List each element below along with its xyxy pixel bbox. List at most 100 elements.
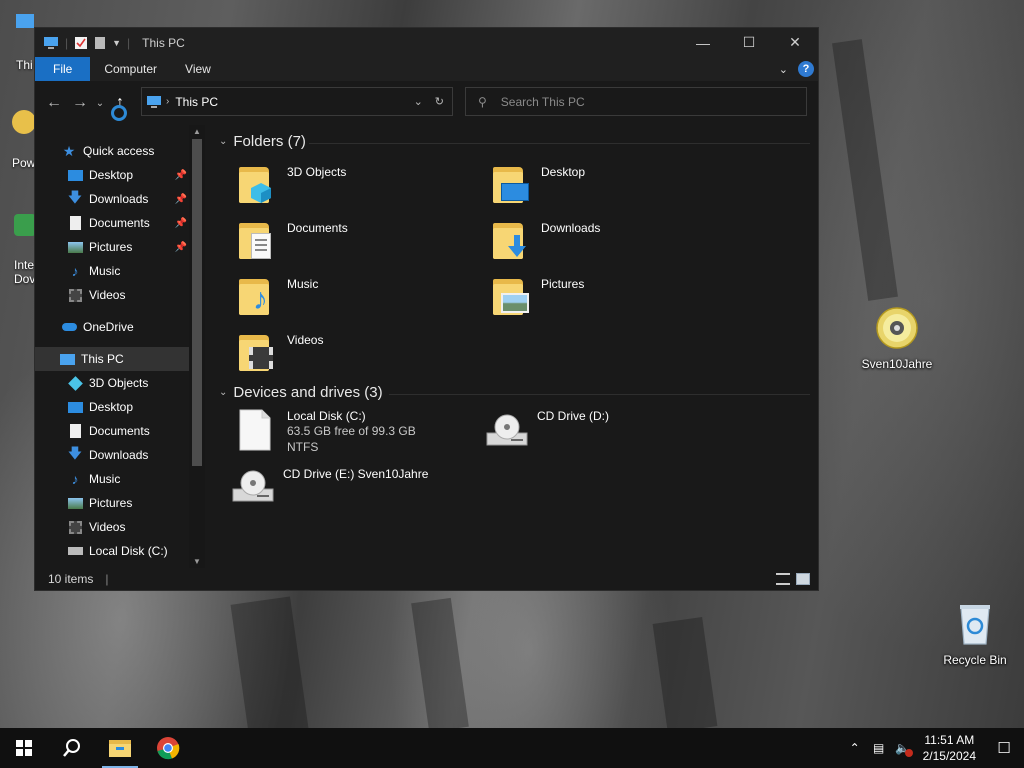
- start-button[interactable]: [0, 728, 48, 768]
- nav-item-documents[interactable]: Documents: [35, 419, 189, 443]
- devices-group-header[interactable]: ⌄ Devices and drives (3): [219, 384, 383, 401]
- system-tray: ⌃ ▤ 🔈 11:51 AM 2/15/2024 ☐: [843, 728, 1024, 768]
- search-button[interactable]: [48, 728, 96, 768]
- picture-icon: [67, 495, 83, 511]
- clock-date: 2/15/2024: [922, 749, 976, 763]
- music-note-icon: ♪: [71, 471, 79, 487]
- nav-item-videos[interactable]: Videos: [35, 515, 189, 539]
- pin-icon: 📌: [174, 217, 187, 229]
- tab-computer[interactable]: Computer: [90, 57, 171, 81]
- folder-music[interactable]: ♪ Music: [237, 275, 318, 319]
- volume-muted-icon[interactable]: 🔈: [891, 741, 915, 757]
- nav-item-downloads[interactable]: 🡇 Downloads 📌: [35, 187, 189, 211]
- taskbar: ⌃ ▤ 🔈 11:51 AM 2/15/2024 ☐: [0, 728, 1024, 768]
- search-box[interactable]: ⚲ Search This PC: [465, 87, 807, 116]
- status-bar: 10 items |: [35, 568, 818, 590]
- address-dropdown-chevron-icon[interactable]: ⌄: [414, 95, 423, 108]
- nav-label: Music: [89, 472, 121, 486]
- nav-item-3d-objects[interactable]: 3D Objects: [35, 371, 189, 395]
- forward-button[interactable]: →: [67, 94, 93, 112]
- drive-name: CD Drive (E:) Sven10Jahre: [283, 467, 429, 481]
- folder-downloads[interactable]: Downloads: [491, 219, 600, 263]
- file-explorer-icon: [109, 740, 131, 757]
- drive-local-disk-c[interactable]: Local Disk (C:) 63.5 GB free of 99.3 GB …: [237, 407, 416, 455]
- separator-icon: |: [65, 35, 69, 50]
- details-view-icon[interactable]: [776, 573, 790, 585]
- nav-quick-access[interactable]: ★ Quick access: [35, 139, 189, 163]
- folder-documents[interactable]: Documents: [237, 219, 348, 263]
- breadcrumb-chevron-icon[interactable]: ›: [166, 96, 169, 107]
- nav-this-pc[interactable]: This PC: [35, 347, 189, 371]
- search-placeholder: Search This PC: [500, 94, 585, 109]
- scroll-up-arrow-icon[interactable]: ▲: [189, 127, 205, 136]
- folder-3d-objects[interactable]: 3D Objects: [237, 163, 346, 207]
- clock[interactable]: 11:51 AM 2/15/2024: [915, 732, 984, 764]
- nav-onedrive[interactable]: OneDrive: [35, 315, 189, 339]
- taskbar-chrome[interactable]: [144, 728, 192, 768]
- folder-label: Desktop: [541, 165, 586, 179]
- search-icon: ⚲: [478, 94, 487, 109]
- nav-item-music[interactable]: ♪ Music: [35, 259, 189, 283]
- refresh-icon[interactable]: ↻: [435, 95, 444, 108]
- customize-toolbar-chevron-icon[interactable]: ▼: [112, 38, 121, 48]
- folder-3d-objects-icon: [237, 163, 281, 207]
- drive-cd-e[interactable]: CD Drive (E:) Sven10Jahre: [231, 465, 428, 509]
- nav-item-downloads[interactable]: 🡇 Downloads: [35, 443, 189, 467]
- notifications-icon[interactable]: ☐: [984, 739, 1024, 757]
- folder-downloads-icon: [491, 219, 535, 263]
- pin-icon: 📌: [174, 193, 187, 205]
- expand-ribbon-chevron-icon[interactable]: ⌄: [779, 63, 788, 76]
- folder-label: Downloads: [541, 221, 601, 235]
- this-pc-icon: [147, 95, 161, 108]
- clock-time: 11:51 AM: [924, 733, 975, 747]
- scrollbar-thumb[interactable]: [192, 139, 202, 466]
- cd-drive-icon: [231, 465, 275, 509]
- properties-icon[interactable]: [74, 36, 88, 50]
- desktop-icon: [67, 167, 83, 183]
- nav-item-local-disk[interactable]: Local Disk (C:): [35, 539, 189, 563]
- desktop-icon-recycle-bin[interactable]: Recycle Bin: [937, 602, 1013, 667]
- folder-desktop[interactable]: Desktop: [491, 163, 585, 207]
- nav-label: OneDrive: [83, 320, 134, 334]
- show-hidden-icons-chevron-icon[interactable]: ⌃: [843, 741, 867, 755]
- minimize-button[interactable]: —: [680, 28, 726, 57]
- desktop-icon-sven10jahre[interactable]: Sven10Jahre: [859, 306, 935, 371]
- scroll-down-arrow-icon[interactable]: ▼: [189, 557, 205, 566]
- drive-cd-d[interactable]: CD Drive (D:): [485, 407, 609, 451]
- help-button[interactable]: ?: [798, 61, 814, 77]
- nav-item-desktop[interactable]: Desktop: [35, 395, 189, 419]
- recent-locations-chevron-icon[interactable]: ⌄: [93, 98, 107, 109]
- nav-item-pictures[interactable]: Pictures 📌: [35, 235, 189, 259]
- folder-videos[interactable]: Videos: [237, 331, 323, 375]
- monitor-icon: [16, 14, 34, 28]
- nav-label: Desktop: [89, 400, 134, 414]
- recycle-bin-icon: [960, 605, 990, 645]
- navigation-pane: ★ Quick access Desktop 📌 🡇 Downloads 📌 D…: [35, 125, 189, 568]
- network-icon[interactable]: ▤: [867, 741, 891, 755]
- tab-file[interactable]: File: [35, 57, 91, 81]
- nav-label: Documents: [89, 424, 150, 438]
- nav-label: Pictures: [89, 240, 133, 254]
- back-button[interactable]: ←: [41, 94, 67, 112]
- maximize-button[interactable]: ☐: [726, 28, 772, 57]
- nav-scrollbar[interactable]: ▲ ▼: [189, 125, 205, 568]
- folder-pictures-icon: [491, 275, 535, 319]
- folders-group-header[interactable]: ⌄ Folders (7): [219, 133, 306, 150]
- nav-item-videos[interactable]: Videos: [35, 283, 189, 307]
- nav-label: Documents: [89, 216, 150, 230]
- large-icons-view-icon[interactable]: [796, 573, 810, 585]
- close-button[interactable]: ✕: [772, 28, 818, 57]
- this-pc-icon: [44, 36, 58, 49]
- nav-label: This PC: [81, 352, 124, 366]
- nav-item-documents[interactable]: Documents 📌: [35, 211, 189, 235]
- folder-pictures[interactable]: Pictures: [491, 275, 584, 319]
- tab-view[interactable]: View: [171, 57, 225, 81]
- nav-item-desktop[interactable]: Desktop 📌: [35, 163, 189, 187]
- taskbar-file-explorer[interactable]: [96, 728, 144, 768]
- nav-item-pictures[interactable]: Pictures: [35, 491, 189, 515]
- nav-item-music[interactable]: ♪ Music: [35, 467, 189, 491]
- new-folder-icon[interactable]: [94, 36, 106, 50]
- address-bar[interactable]: › This PC ⌄ ↻: [141, 87, 453, 116]
- nav-label: Quick access: [83, 144, 155, 158]
- document-drive-icon: [237, 407, 281, 451]
